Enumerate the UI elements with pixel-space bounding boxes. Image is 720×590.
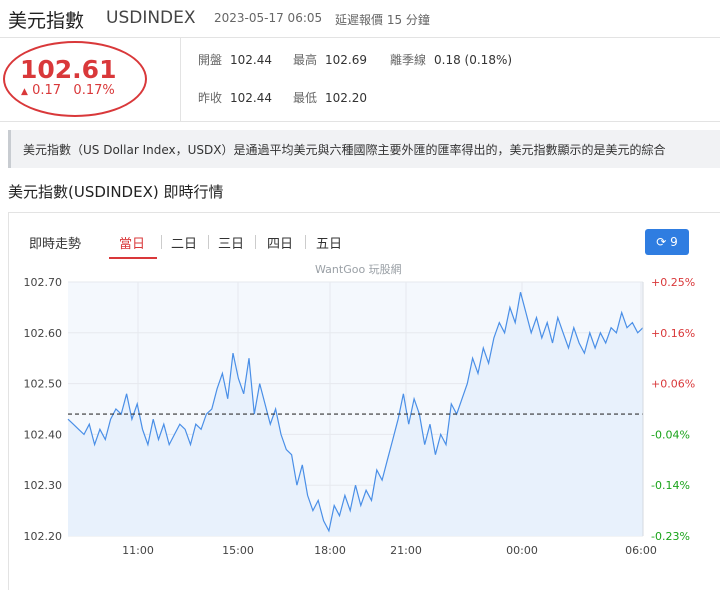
price-change: ▲ 0.17 0.17% bbox=[21, 83, 115, 98]
quote-timestamp: 2023-05-17 06:05 bbox=[214, 11, 323, 25]
quote-header: 美元指數 USDINDEX 2023-05-17 06:05 延遲報價 15 分… bbox=[0, 0, 720, 38]
open-cell: 開盤 102.44 bbox=[198, 53, 273, 67]
tab-day-2[interactable]: 二日 bbox=[171, 233, 197, 252]
y-tick-label: 102.70 bbox=[24, 276, 63, 289]
tab-day-3[interactable]: 三日 bbox=[218, 233, 244, 252]
description-box: 美元指數（US Dollar Index，USDX）是通過平均美元與六種國際主要… bbox=[8, 130, 720, 168]
refresh-icon: ⟳ bbox=[656, 235, 667, 249]
y-tick-label: 102.50 bbox=[24, 378, 63, 391]
change-value: 0.17 bbox=[32, 83, 62, 98]
pct-tick-label: +0.16% bbox=[651, 327, 695, 340]
x-tick-label: 00:00 bbox=[506, 544, 538, 557]
up-arrow-icon: ▲ bbox=[21, 87, 28, 97]
delay-note: 延遲報價 15 分鐘 bbox=[335, 13, 430, 27]
x-tick-label: 21:00 bbox=[390, 544, 422, 557]
instrument-symbol: USDINDEX bbox=[106, 8, 196, 28]
y-tick-label: 102.20 bbox=[24, 530, 63, 543]
x-tick-label: 18:00 bbox=[314, 544, 346, 557]
description-text: 美元指數（US Dollar Index，USDX）是通過平均美元與六種國際主要… bbox=[23, 143, 666, 157]
active-tab-underline bbox=[109, 257, 157, 259]
intraday-chart[interactable]: 102.70 +0.25% 102.60 +0.16% 102.50 +0.06% 102.… bbox=[0, 268, 720, 568]
pct-tick-label: -0.23% bbox=[651, 530, 690, 543]
chart-type-label: 即時走勢 bbox=[29, 237, 82, 252]
current-price: 102.61 bbox=[20, 55, 117, 84]
low-cell: 最低 102.20 bbox=[293, 91, 368, 105]
x-tick-label: 06:00 bbox=[625, 544, 657, 557]
prev-close-cell: 昨收 102.44 bbox=[198, 91, 273, 105]
quote-summary: 102.61 ▲ 0.17 0.17% 開盤 102.44 最高 102.69 離季… bbox=[0, 38, 720, 122]
tab-separator bbox=[161, 235, 162, 249]
refresh-button[interactable]: ⟳ 9 bbox=[645, 229, 689, 255]
y-tick-label: 102.30 bbox=[24, 479, 63, 492]
pct-tick-label: +0.25% bbox=[651, 276, 695, 289]
high-cell: 最高 102.69 bbox=[293, 53, 368, 67]
tab-separator bbox=[255, 235, 256, 249]
change-percent: 0.17% bbox=[73, 83, 115, 98]
pct-tick-label: -0.04% bbox=[651, 428, 690, 441]
x-tick-label: 11:00 bbox=[122, 544, 154, 557]
y-tick-label: 102.60 bbox=[24, 327, 63, 340]
y-tick-label: 102.40 bbox=[24, 428, 63, 441]
season-line-cell: 離季線 0.18 (0.18%) bbox=[390, 53, 513, 67]
tab-separator bbox=[208, 235, 209, 249]
tab-separator bbox=[305, 235, 306, 249]
quote-divider bbox=[180, 38, 181, 122]
x-tick-label: 15:00 bbox=[222, 544, 254, 557]
tab-day-4[interactable]: 四日 bbox=[267, 233, 293, 252]
refresh-count: 9 bbox=[670, 235, 678, 249]
tab-day-5[interactable]: 五日 bbox=[316, 233, 342, 252]
instrument-name: 美元指數 bbox=[8, 10, 85, 32]
tab-day-1[interactable]: 當日 bbox=[119, 233, 145, 252]
pct-tick-label: +0.06% bbox=[651, 378, 695, 391]
pct-tick-label: -0.14% bbox=[651, 479, 690, 492]
section-title: 美元指數(USDINDEX) 即時行情 bbox=[8, 183, 224, 201]
